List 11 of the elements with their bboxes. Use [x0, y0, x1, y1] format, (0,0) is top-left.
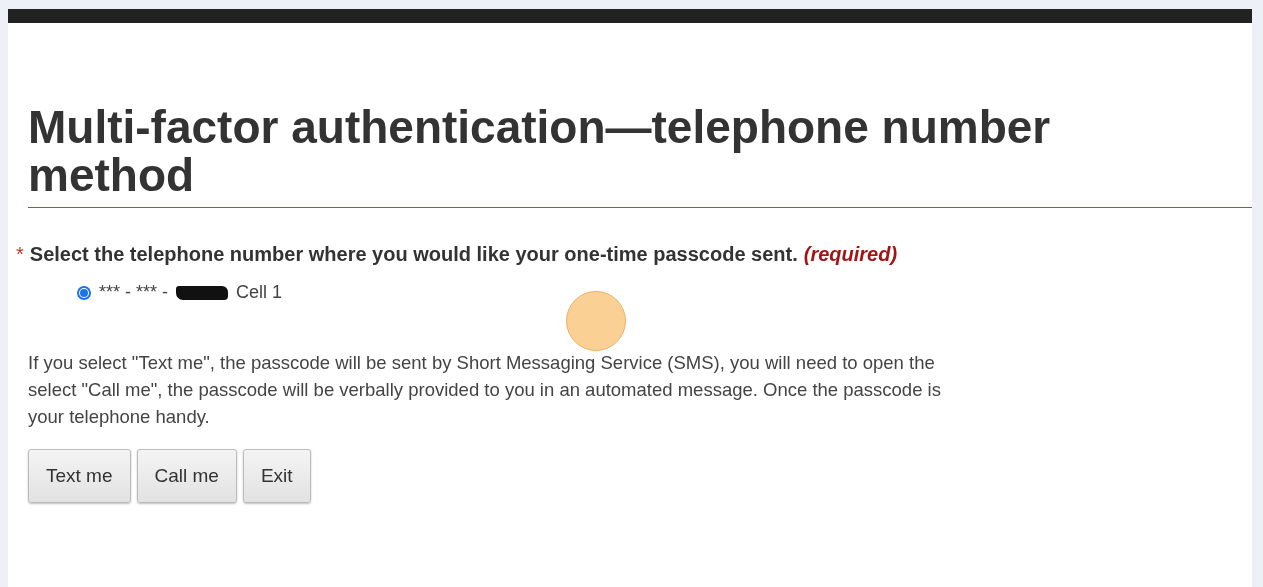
action-button[interactable]: Text me: [28, 449, 131, 503]
required-note: (required): [803, 243, 898, 266]
phone-label: Cell 1: [236, 282, 283, 303]
info-paragraph: If you select "Text me", the passcode will be sent by Short Messaging Service (SMS), you will need to open the select "Call me", the passcode will be verbally provided to you in an automated message. Once the passcode is your telephone handy.: [28, 351, 942, 429]
radio-button[interactable]: [77, 285, 91, 300]
action-button[interactable]: Call me: [136, 449, 237, 503]
required-mark: *: [16, 243, 24, 266]
page-title: Multi-factor authentication—telephone number method: [28, 103, 1052, 199]
masked-number: *** - *** -: [99, 282, 169, 303]
question-label: Select the telephone number where you would like your one-time passcode sent.: [29, 243, 798, 266]
action-button[interactable]: Exit: [242, 449, 311, 503]
